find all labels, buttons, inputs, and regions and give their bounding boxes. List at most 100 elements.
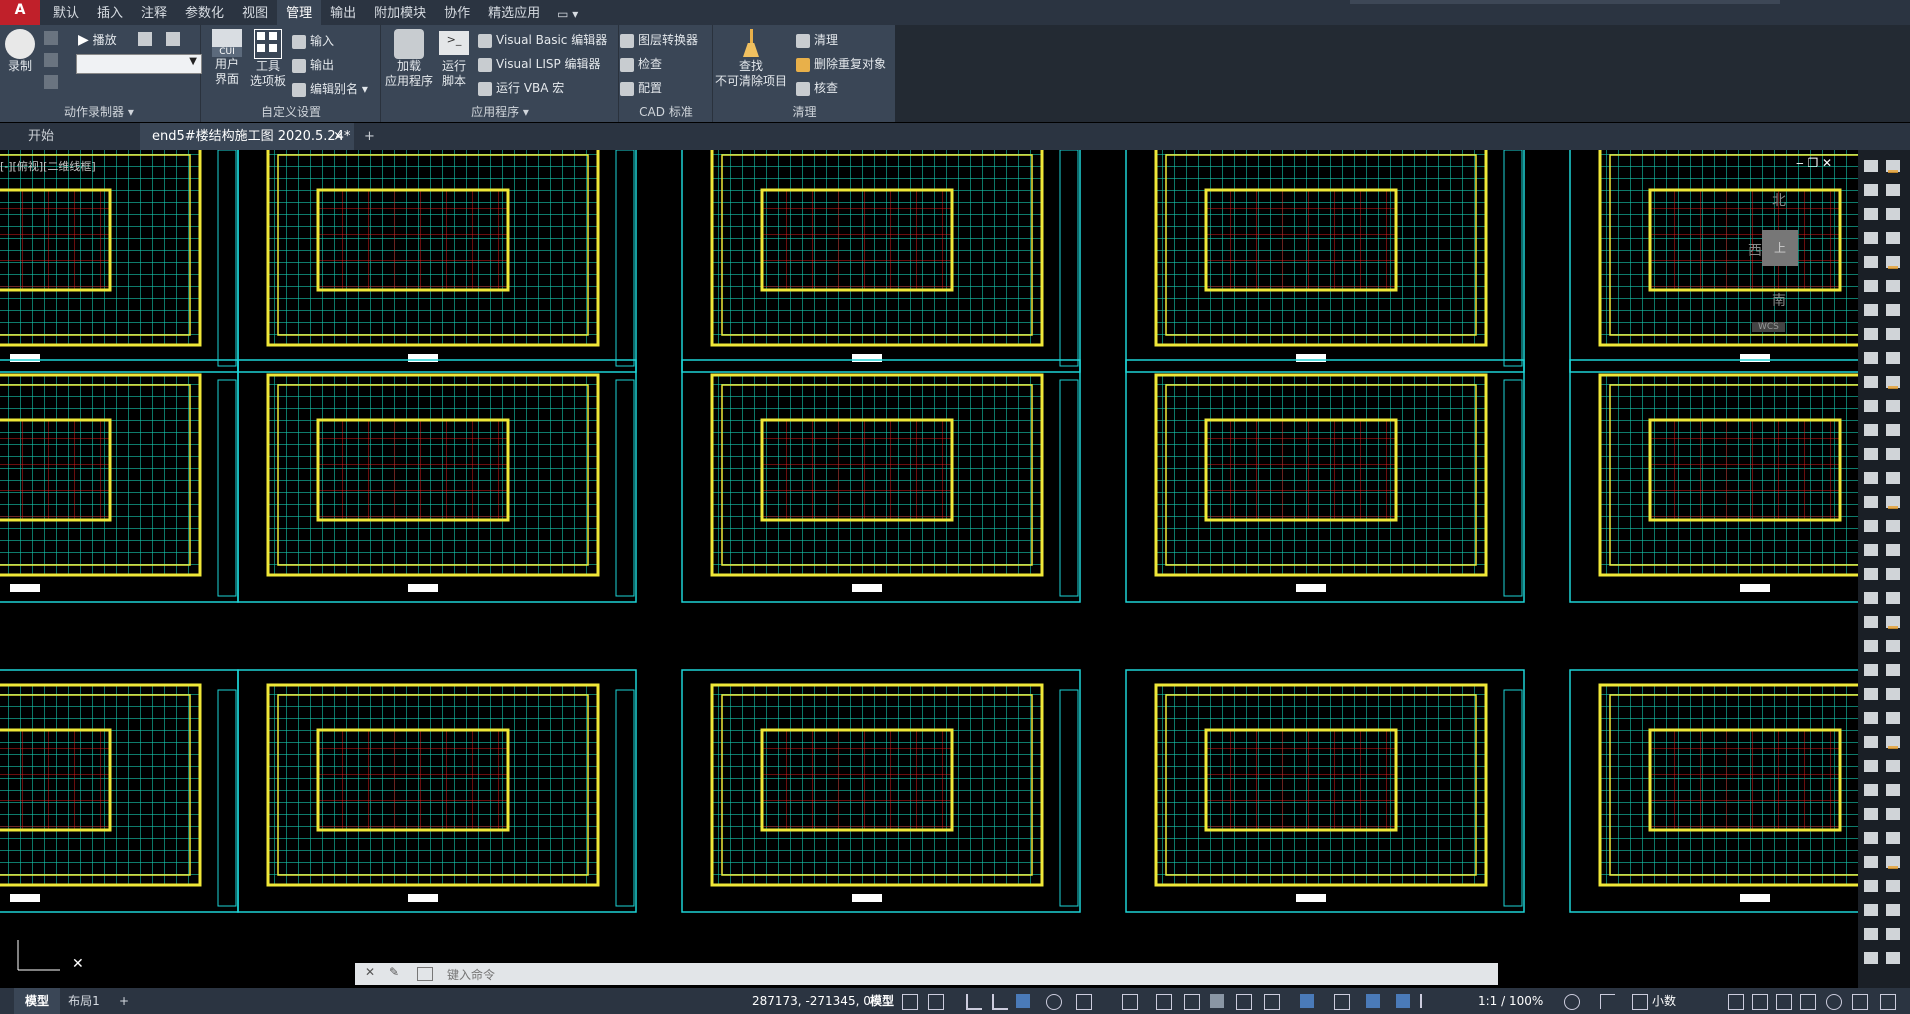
units-select[interactable]: 小数 bbox=[1652, 988, 1676, 1014]
transparency-icon[interactable] bbox=[1184, 994, 1200, 1010]
configure-icon bbox=[620, 81, 634, 96]
viewport-controls-label[interactable]: [-][俯视][二维线框] bbox=[0, 158, 96, 174]
app-logo[interactable]: A bbox=[0, 0, 40, 25]
manage-actions-icon[interactable] bbox=[166, 32, 180, 46]
check-standards-button[interactable]: 检查 bbox=[620, 55, 662, 72]
base-point-icon[interactable] bbox=[44, 75, 58, 89]
tab-view[interactable]: 视图 bbox=[233, 0, 277, 25]
units-icon[interactable] bbox=[1632, 994, 1648, 1010]
isolate-objects-icon[interactable] bbox=[1776, 994, 1792, 1010]
annotation-monitor-icon[interactable] bbox=[1600, 994, 1615, 1009]
customization-menu-icon[interactable] bbox=[1852, 994, 1868, 1010]
tool-palettes-icon bbox=[254, 29, 282, 59]
workspace-gear-icon[interactable] bbox=[1564, 994, 1580, 1010]
autocad-window: A 默认 插入 注释 参数化 视图 管理 输出 附加模块 协作 精选应用 ▭ ▾… bbox=[0, 0, 1910, 1014]
right-tool-palette bbox=[1858, 150, 1910, 988]
model-space-toggle[interactable]: 模型 bbox=[870, 988, 896, 1014]
selection-filter-icon[interactable] bbox=[1300, 994, 1314, 1008]
check-icon bbox=[620, 57, 634, 72]
annotation-scale-select[interactable]: 1:1 / 100% bbox=[1478, 988, 1543, 1014]
annotation-scale-icon[interactable] bbox=[1420, 994, 1436, 1008]
tab-manage[interactable]: 管理 bbox=[277, 0, 322, 25]
tab-insert[interactable]: 插入 bbox=[88, 0, 132, 25]
export-button[interactable]: 输出 bbox=[292, 56, 334, 73]
tab-parametric[interactable]: 参数化 bbox=[176, 0, 233, 25]
selection-cycling-icon[interactable] bbox=[1210, 994, 1224, 1008]
action-macro-select[interactable]: ▼ bbox=[76, 54, 202, 74]
close-tab-icon[interactable]: × bbox=[333, 123, 344, 150]
vb-editor-button[interactable]: Visual Basic 编辑器 bbox=[478, 31, 607, 48]
status-menu-icon[interactable] bbox=[1880, 994, 1896, 1010]
load-application-button[interactable]: 加载 应用程序 bbox=[384, 29, 434, 89]
command-input[interactable] bbox=[445, 963, 1349, 987]
tool-palettes-button[interactable]: 工具 选项板 bbox=[248, 29, 288, 89]
customize-command-icon[interactable]: ✎ bbox=[389, 965, 399, 979]
insert-message-icon[interactable] bbox=[44, 31, 58, 45]
svg-text:✕: ✕ bbox=[72, 956, 84, 972]
wcs-menu[interactable]: WCS bbox=[1752, 322, 1785, 332]
record-button[interactable]: 录制 bbox=[4, 29, 36, 74]
annotation-visibility-icon[interactable] bbox=[1366, 994, 1380, 1008]
hardware-acceleration-icon[interactable] bbox=[1800, 994, 1816, 1010]
coordinates-readout[interactable]: 287173, -271345, 0 bbox=[752, 988, 871, 1014]
user-interface-button[interactable]: CUI 用户 界面 bbox=[208, 29, 246, 87]
viewport-window-controls[interactable]: ‒ ❐ ✕ bbox=[1796, 156, 1832, 170]
tab-collaborate[interactable]: 协作 bbox=[435, 0, 479, 25]
layer-translator-button[interactable]: 图层转换器 bbox=[620, 31, 698, 48]
lineweight-icon[interactable] bbox=[1156, 994, 1172, 1010]
tab-layout1[interactable]: 布局1 bbox=[62, 988, 106, 1014]
edit-aliases-icon bbox=[292, 82, 306, 97]
viewcube[interactable]: 北 西 上 南 WCS bbox=[1748, 190, 1828, 340]
audit-button[interactable]: 核查 bbox=[796, 79, 838, 96]
tab-featured-apps[interactable]: 精选应用 bbox=[479, 0, 549, 25]
grid-icon[interactable] bbox=[902, 994, 918, 1010]
tab-default[interactable]: 默认 bbox=[44, 0, 88, 25]
close-command-icon[interactable]: ✕ bbox=[365, 965, 375, 979]
clean-screen-icon[interactable] bbox=[1826, 994, 1842, 1010]
viewcube-face[interactable]: 上 bbox=[1762, 230, 1798, 266]
polar-tracking-icon[interactable] bbox=[1046, 994, 1062, 1010]
command-line[interactable]: ✕ ✎ bbox=[355, 963, 1498, 987]
overkill-button[interactable]: 删除重复对象 bbox=[796, 55, 886, 72]
tab-output[interactable]: 输出 bbox=[321, 0, 365, 25]
isometric-icon[interactable] bbox=[1076, 994, 1092, 1010]
broom-icon bbox=[741, 29, 761, 59]
lock-ui-icon[interactable] bbox=[1752, 994, 1768, 1010]
find-non-purgeable-button[interactable]: 查找 不可清除项目 bbox=[714, 29, 788, 89]
run-vba-button[interactable]: 运行 VBA 宏 bbox=[478, 79, 564, 96]
ortho-icon[interactable] bbox=[1016, 994, 1030, 1008]
tab-active-drawing[interactable]: end5#楼结构施工图 2020.5.24* × bbox=[140, 123, 354, 150]
lisp-editor-button[interactable]: Visual LISP 编辑器 bbox=[478, 55, 601, 72]
quick-properties-icon[interactable] bbox=[1728, 994, 1744, 1010]
preferences-icon[interactable] bbox=[138, 32, 152, 46]
tab-model[interactable]: 模型 bbox=[14, 988, 60, 1014]
configure-standards-button[interactable]: 配置 bbox=[620, 79, 662, 96]
snap-icon[interactable] bbox=[928, 994, 944, 1010]
run-script-button[interactable]: >_ 运行 脚本 bbox=[434, 29, 474, 89]
panel-custom-settings: CUI 用户 界面 工具 选项板 输入 输出 编辑别名 ▾ 自定义设置 bbox=[202, 25, 381, 122]
panel-title-action-recorder[interactable]: 动作录制器 ▾ bbox=[64, 103, 200, 120]
3d-osnap-icon[interactable] bbox=[1236, 994, 1252, 1010]
infer-constraints-icon[interactable] bbox=[966, 994, 982, 1010]
drawing-canvas[interactable]: ✕ [-][俯视][二维线框] ‒ ❐ ✕ 北 西 上 南 WCS bbox=[0, 150, 1858, 988]
recent-commands-icon[interactable] bbox=[417, 967, 433, 981]
tab-annotate[interactable]: 注释 bbox=[132, 0, 176, 25]
add-layout-button[interactable]: + bbox=[116, 988, 132, 1014]
edit-aliases-button[interactable]: 编辑别名 ▾ bbox=[292, 80, 368, 97]
tab-addins[interactable]: 附加模块 bbox=[365, 0, 435, 25]
purge-button[interactable]: 清理 bbox=[796, 31, 838, 48]
import-button[interactable]: 输入 bbox=[292, 32, 334, 49]
dynamic-ucs-icon[interactable] bbox=[1264, 994, 1280, 1010]
tab-start[interactable]: 开始 bbox=[0, 123, 140, 150]
tab-overflow-button[interactable]: ▭ ▾ bbox=[549, 0, 586, 25]
panel-title-applications[interactable]: 应用程序 ▾ bbox=[382, 103, 618, 120]
object-snap-icon[interactable] bbox=[1122, 994, 1138, 1010]
play-button[interactable]: ▶ 播放 bbox=[78, 31, 117, 48]
dynamic-input-icon[interactable] bbox=[992, 994, 1008, 1010]
gizmo-icon[interactable] bbox=[1334, 994, 1350, 1010]
new-tab-button[interactable]: + bbox=[364, 123, 384, 150]
annotation-autoscale-icon[interactable] bbox=[1396, 994, 1410, 1008]
load-app-icon bbox=[394, 29, 424, 59]
export-icon bbox=[292, 58, 306, 73]
request-input-icon[interactable] bbox=[44, 53, 58, 67]
